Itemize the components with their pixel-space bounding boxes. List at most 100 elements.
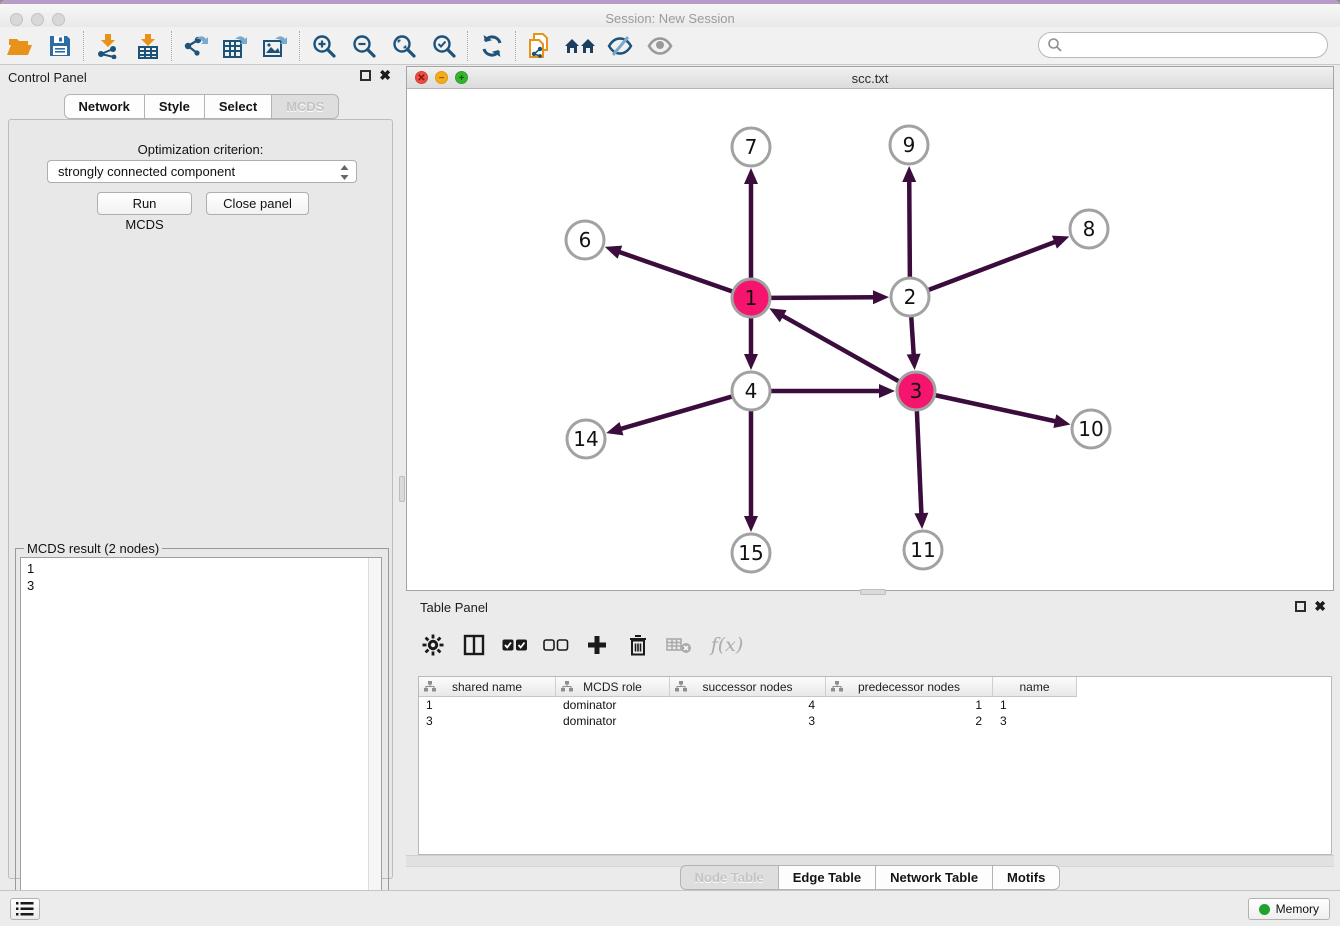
- cell-shared-name[interactable]: 3: [419, 713, 556, 729]
- clone-network-button[interactable]: [520, 30, 560, 62]
- tab-mcds[interactable]: MCDS: [272, 94, 339, 119]
- table-settings-button[interactable]: [420, 632, 446, 658]
- tab-select[interactable]: Select: [205, 94, 272, 119]
- float-table-panel-icon[interactable]: [1295, 601, 1306, 612]
- trash-icon: [628, 634, 648, 656]
- node-label-7: 7: [745, 135, 758, 159]
- run-mcds-button[interactable]: Run MCDS: [97, 192, 192, 215]
- tab-style[interactable]: Style: [145, 94, 205, 119]
- column-layout-button[interactable]: [461, 632, 487, 658]
- two-houses-icon: [564, 34, 596, 58]
- function-icon: f(x): [711, 634, 744, 656]
- edge-3-1[interactable]: [780, 314, 899, 381]
- close-panel-icon[interactable]: ✖: [379, 70, 391, 81]
- search-input[interactable]: [1067, 35, 1321, 55]
- apply-layout-button[interactable]: [472, 30, 512, 62]
- tab-motifs[interactable]: Motifs: [993, 865, 1060, 890]
- import-table-button[interactable]: [128, 30, 168, 62]
- divider-grip[interactable]: [399, 476, 405, 502]
- unchecked-boxes-icon: [543, 638, 569, 652]
- close-panel-button[interactable]: Close panel: [206, 192, 309, 215]
- table-panel-title: Table Panel: [420, 600, 488, 615]
- network-window-titlebar[interactable]: ✕ − + scc.txt: [407, 67, 1333, 89]
- eye-icon: [646, 34, 674, 58]
- column-header-name[interactable]: name: [993, 677, 1077, 697]
- cell-name[interactable]: 3: [993, 713, 1077, 729]
- node-label-8: 8: [1083, 217, 1096, 241]
- delete-table-icon: [666, 636, 692, 654]
- import-network-button[interactable]: [88, 30, 128, 62]
- first-neighbors-button[interactable]: [560, 30, 600, 62]
- arrowhead-4-15: [744, 516, 758, 532]
- mcds-result-text: 1 3: [27, 560, 34, 594]
- zoom-selected-button[interactable]: [424, 30, 464, 62]
- cell-predecessor-nodes[interactable]: 1: [826, 697, 993, 713]
- edge-3-10[interactable]: [936, 395, 1059, 422]
- export-image-button[interactable]: [256, 30, 296, 62]
- edge-4-14[interactable]: [618, 397, 732, 430]
- zoom-out-icon: [351, 33, 377, 59]
- edge-1-6[interactable]: [616, 251, 732, 292]
- edge-2-3[interactable]: [911, 317, 914, 358]
- column-header-shared-name[interactable]: shared name: [419, 677, 556, 697]
- cell-name[interactable]: 1: [993, 697, 1077, 713]
- network-canvas[interactable]: 7968124314101511: [408, 89, 1332, 590]
- column-tree-icon: [561, 681, 573, 692]
- column-header-successor-nodes[interactable]: successor nodes: [670, 677, 826, 697]
- result-scrollbar[interactable]: [368, 558, 381, 919]
- column-header-predecessor-nodes[interactable]: predecessor nodes: [826, 677, 993, 697]
- zoom-fit-button[interactable]: [384, 30, 424, 62]
- criterion-dropdown[interactable]: strongly connected component: [47, 160, 357, 183]
- tab-network[interactable]: Network: [64, 94, 145, 119]
- cell-shared-name[interactable]: 1: [419, 697, 556, 713]
- import-network-icon: [95, 33, 121, 59]
- select-all-columns-button[interactable]: [502, 632, 528, 658]
- arrowhead-3-10: [1053, 414, 1070, 428]
- delete-column-button[interactable]: [625, 632, 651, 658]
- cell-mcds-role[interactable]: dominator: [556, 713, 670, 729]
- table-row[interactable]: 1dominator411: [419, 697, 1331, 713]
- column-tree-icon: [675, 681, 687, 692]
- tab-network-table[interactable]: Network Table: [876, 865, 993, 890]
- edge-2-9[interactable]: [909, 178, 910, 277]
- column-header-mcds-role[interactable]: MCDS role: [556, 677, 670, 697]
- plus-icon: [587, 635, 607, 655]
- hide-selected-button[interactable]: [600, 30, 640, 62]
- delete-table-button[interactable]: [666, 632, 692, 658]
- export-table-button[interactable]: [216, 30, 256, 62]
- open-file-button[interactable]: [0, 30, 40, 62]
- zoom-in-icon: [311, 33, 337, 59]
- zoom-in-button[interactable]: [304, 30, 344, 62]
- mcds-result-area[interactable]: 1 3: [20, 557, 382, 920]
- function-builder-button[interactable]: f(x): [707, 632, 747, 658]
- node-label-10: 10: [1078, 417, 1103, 441]
- titlebar[interactable]: Session: New Session: [0, 4, 1340, 27]
- split-divider-vertical[interactable]: [399, 66, 405, 882]
- column-label: predecessor nodes: [858, 680, 960, 694]
- float-panel-icon[interactable]: [360, 70, 371, 81]
- cell-predecessor-nodes[interactable]: 2: [826, 713, 993, 729]
- cell-successor-nodes[interactable]: 3: [670, 713, 826, 729]
- tab-node-table[interactable]: Node Table: [680, 865, 779, 890]
- save-session-button[interactable]: [40, 30, 80, 62]
- zoom-out-button[interactable]: [344, 30, 384, 62]
- split-divider-horizontal[interactable]: [860, 589, 886, 595]
- table-body: 1dominator4113dominator323: [419, 697, 1331, 729]
- edge-2-8[interactable]: [929, 241, 1058, 290]
- tab-edge-table[interactable]: Edge Table: [779, 865, 876, 890]
- show-all-button[interactable]: [640, 30, 680, 62]
- export-network-button[interactable]: [176, 30, 216, 62]
- deselect-all-columns-button[interactable]: [543, 632, 569, 658]
- edge-3-11[interactable]: [917, 411, 922, 517]
- node-label-1: 1: [745, 286, 758, 310]
- edge-1-2[interactable]: [771, 297, 877, 298]
- cell-mcds-role[interactable]: dominator: [556, 697, 670, 713]
- clone-network-icon: [527, 32, 553, 60]
- close-table-panel-icon[interactable]: ✖: [1314, 601, 1326, 612]
- table-row[interactable]: 3dominator323: [419, 713, 1331, 729]
- cell-successor-nodes[interactable]: 4: [670, 697, 826, 713]
- mcds-result-group: MCDS result (2 nodes) 1 3: [15, 548, 389, 926]
- memory-button[interactable]: Memory: [1248, 898, 1330, 920]
- add-column-button[interactable]: [584, 632, 610, 658]
- task-history-button[interactable]: [10, 898, 40, 920]
